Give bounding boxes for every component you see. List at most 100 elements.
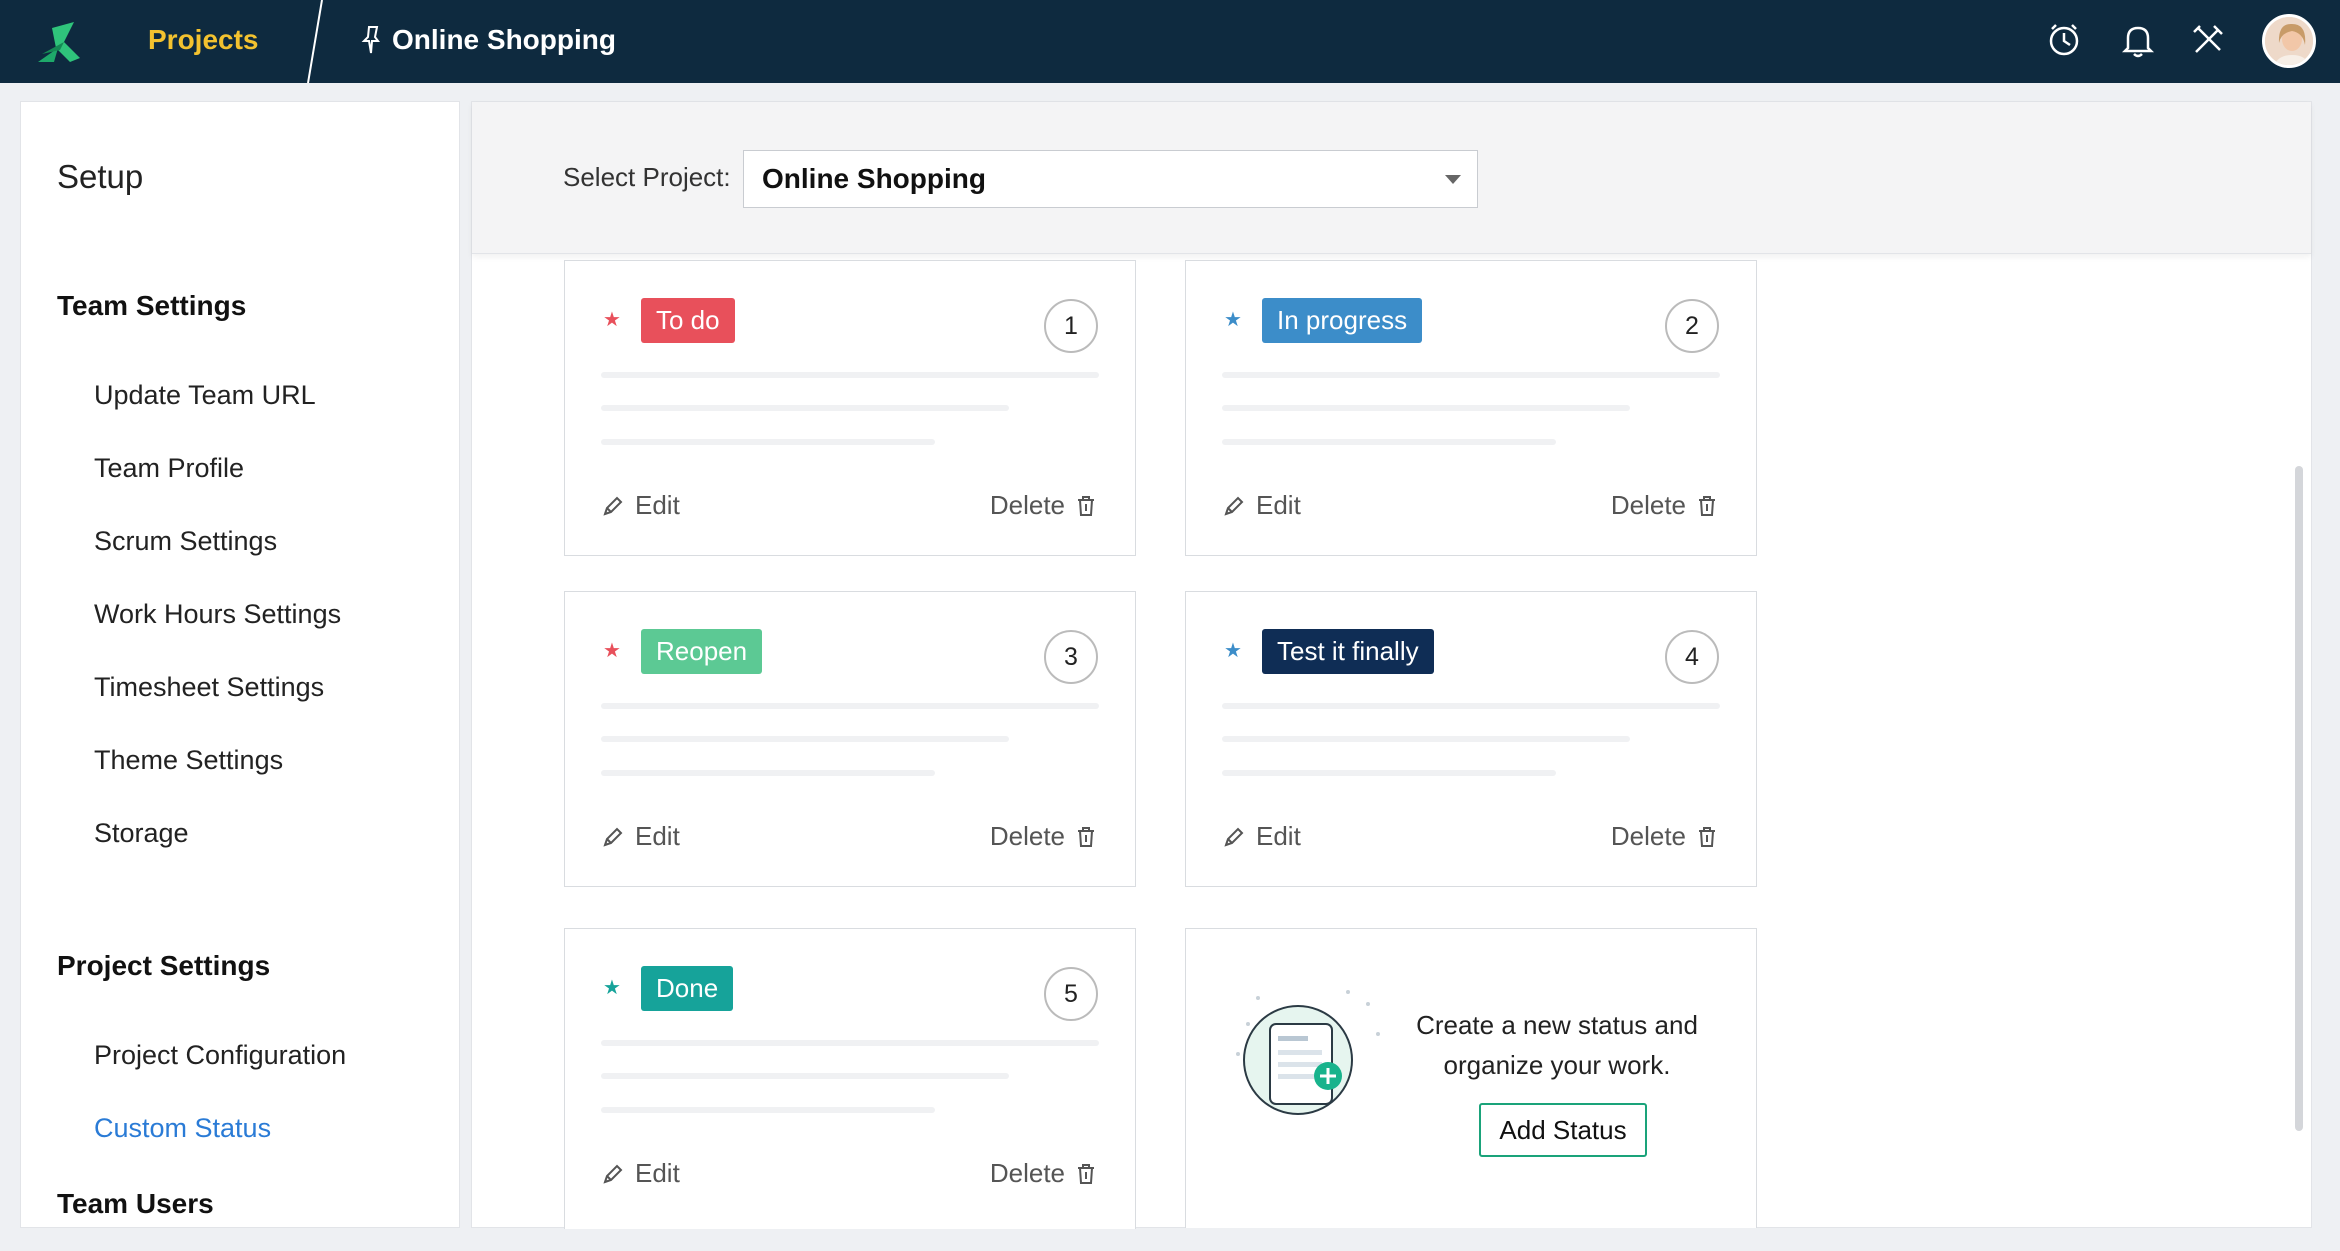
placeholder-line <box>601 703 1099 709</box>
status-card: ★ To do 1 Edit Delete <box>564 260 1136 556</box>
placeholder-line <box>1222 372 1720 378</box>
trash-icon <box>1078 495 1094 516</box>
status-order: 5 <box>1044 967 1098 1021</box>
bell-icon[interactable] <box>2118 20 2158 60</box>
add-status-message: Create a new status and organize your wo… <box>1416 1010 1698 1080</box>
delete-button[interactable]: Delete <box>990 490 1097 521</box>
project-settings-heading: Project Settings <box>57 950 271 981</box>
placeholder-line <box>601 1107 935 1113</box>
delete-label: Delete <box>989 821 1065 851</box>
edit-label: Edit <box>635 821 680 851</box>
placeholder-line <box>601 1073 1009 1079</box>
pencil-icon <box>603 496 623 516</box>
status-card: ★ In progress 2 Edit Delete <box>1185 260 1757 556</box>
sidebar-item-custom-status[interactable]: Custom Status <box>94 1113 271 1144</box>
trash-icon <box>1078 1163 1094 1184</box>
edit-button[interactable]: Edit <box>1222 821 1301 852</box>
required-star-icon: ★ <box>603 640 621 662</box>
project-select-value: Online Shopping <box>762 163 986 194</box>
avatar-image <box>2265 17 2313 65</box>
sidebar-item-team-profile[interactable]: Team Profile <box>94 453 244 484</box>
team-users-heading[interactable]: Team Users <box>57 1188 214 1220</box>
required-star-icon: ★ <box>603 977 621 999</box>
new-status-illustration <box>1236 990 1380 1115</box>
placeholder-line <box>1222 703 1720 709</box>
status-badge: Test it finally <box>1262 629 1434 674</box>
edit-label: Edit <box>1256 821 1301 851</box>
project-select[interactable]: Online Shopping <box>743 150 1478 208</box>
pin-icon <box>361 26 380 54</box>
status-order: 2 <box>1665 299 1719 353</box>
edit-button[interactable]: Edit <box>601 490 680 521</box>
add-status-card: Create a new status and organize your wo… <box>1185 928 1757 1228</box>
sidebar-item-timesheet-settings[interactable]: Timesheet Settings <box>94 672 324 703</box>
edit-label: Edit <box>635 490 680 520</box>
pencil-icon <box>603 827 623 847</box>
delete-button[interactable]: Delete <box>990 1158 1097 1189</box>
required-star-icon: ★ <box>1224 309 1242 331</box>
avatar[interactable] <box>2262 14 2316 68</box>
status-order: 1 <box>1044 299 1098 353</box>
placeholder-line <box>1222 770 1556 776</box>
trash-icon <box>1699 826 1715 847</box>
delete-label: Delete <box>989 1158 1065 1188</box>
placeholder-line <box>601 405 1009 411</box>
sidebar-item-scrum-settings[interactable]: Scrum Settings <box>94 526 277 557</box>
trash-icon <box>1699 495 1715 516</box>
status-order: 3 <box>1044 630 1098 684</box>
add-status-button[interactable]: Add Status <box>1479 1103 1647 1157</box>
status-badge: In progress <box>1262 298 1423 343</box>
sidebar-item-theme-settings[interactable]: Theme Settings <box>94 745 283 776</box>
status-card: ★ Reopen 3 Edit Delete <box>564 591 1136 887</box>
placeholder-line <box>601 439 935 445</box>
placeholder-line <box>601 736 1009 742</box>
sidebar-title: Setup <box>57 158 144 195</box>
trash-icon <box>1078 826 1094 847</box>
placeholder-line <box>1222 405 1630 411</box>
project-filter-bar: Select Project: Online Shopping <box>472 102 2311 254</box>
placeholder-line <box>601 770 935 776</box>
delete-label: Delete <box>989 490 1065 520</box>
edit-button[interactable]: Edit <box>601 1158 680 1189</box>
delete-button[interactable]: Delete <box>1611 490 1718 521</box>
edit-button[interactable]: Edit <box>1222 490 1301 521</box>
placeholder-line <box>601 1040 1099 1046</box>
status-badge: Done <box>641 966 734 1011</box>
setup-sidebar: Setup Team Settings Update Team URL Team… <box>20 101 460 1228</box>
timer-icon[interactable] <box>2044 20 2084 60</box>
current-project[interactable]: Online Shopping <box>360 24 616 56</box>
header-divider <box>307 0 323 83</box>
required-star-icon: ★ <box>1224 640 1242 662</box>
custom-status-panel: Select Project: Online Shopping ★ To do … <box>471 101 2312 1229</box>
sidebar-item-storage[interactable]: Storage <box>94 818 189 849</box>
edit-button[interactable]: Edit <box>601 821 680 852</box>
select-project-label: Select Project: <box>563 162 731 192</box>
status-badge: Reopen <box>641 629 763 674</box>
placeholder-line <box>601 372 1099 378</box>
project-title: Online Shopping <box>392 24 616 55</box>
pencil-icon <box>603 1164 623 1184</box>
team-settings-heading: Team Settings <box>57 290 247 321</box>
delete-button[interactable]: Delete <box>990 821 1097 852</box>
status-card: ★ Test it finally 4 Edit Delete <box>1185 591 1757 887</box>
sidebar-item-update-team-url[interactable]: Update Team URL <box>94 380 316 411</box>
chevron-down-icon <box>1445 175 1461 184</box>
placeholder-line <box>1222 736 1630 742</box>
scrollbar-thumb[interactable] <box>2295 466 2303 1131</box>
status-badge: To do <box>641 298 735 343</box>
delete-button[interactable]: Delete <box>1611 821 1718 852</box>
top-bar: Projects Online Shopping <box>0 0 2340 83</box>
nav-projects[interactable]: Projects <box>148 24 259 56</box>
tools-icon[interactable] <box>2188 20 2228 60</box>
delete-label: Delete <box>1610 821 1686 851</box>
delete-label: Delete <box>1610 490 1686 520</box>
sidebar-item-project-configuration[interactable]: Project Configuration <box>94 1040 346 1071</box>
sidebar-item-work-hours-settings[interactable]: Work Hours Settings <box>94 599 341 630</box>
status-card: ★ Done 5 Edit Delete <box>564 928 1136 1229</box>
logo-icon[interactable] <box>34 18 92 68</box>
required-star-icon: ★ <box>603 309 621 331</box>
edit-label: Edit <box>635 1158 680 1188</box>
status-order: 4 <box>1665 630 1719 684</box>
edit-label: Edit <box>1256 490 1301 520</box>
placeholder-line <box>1222 439 1556 445</box>
